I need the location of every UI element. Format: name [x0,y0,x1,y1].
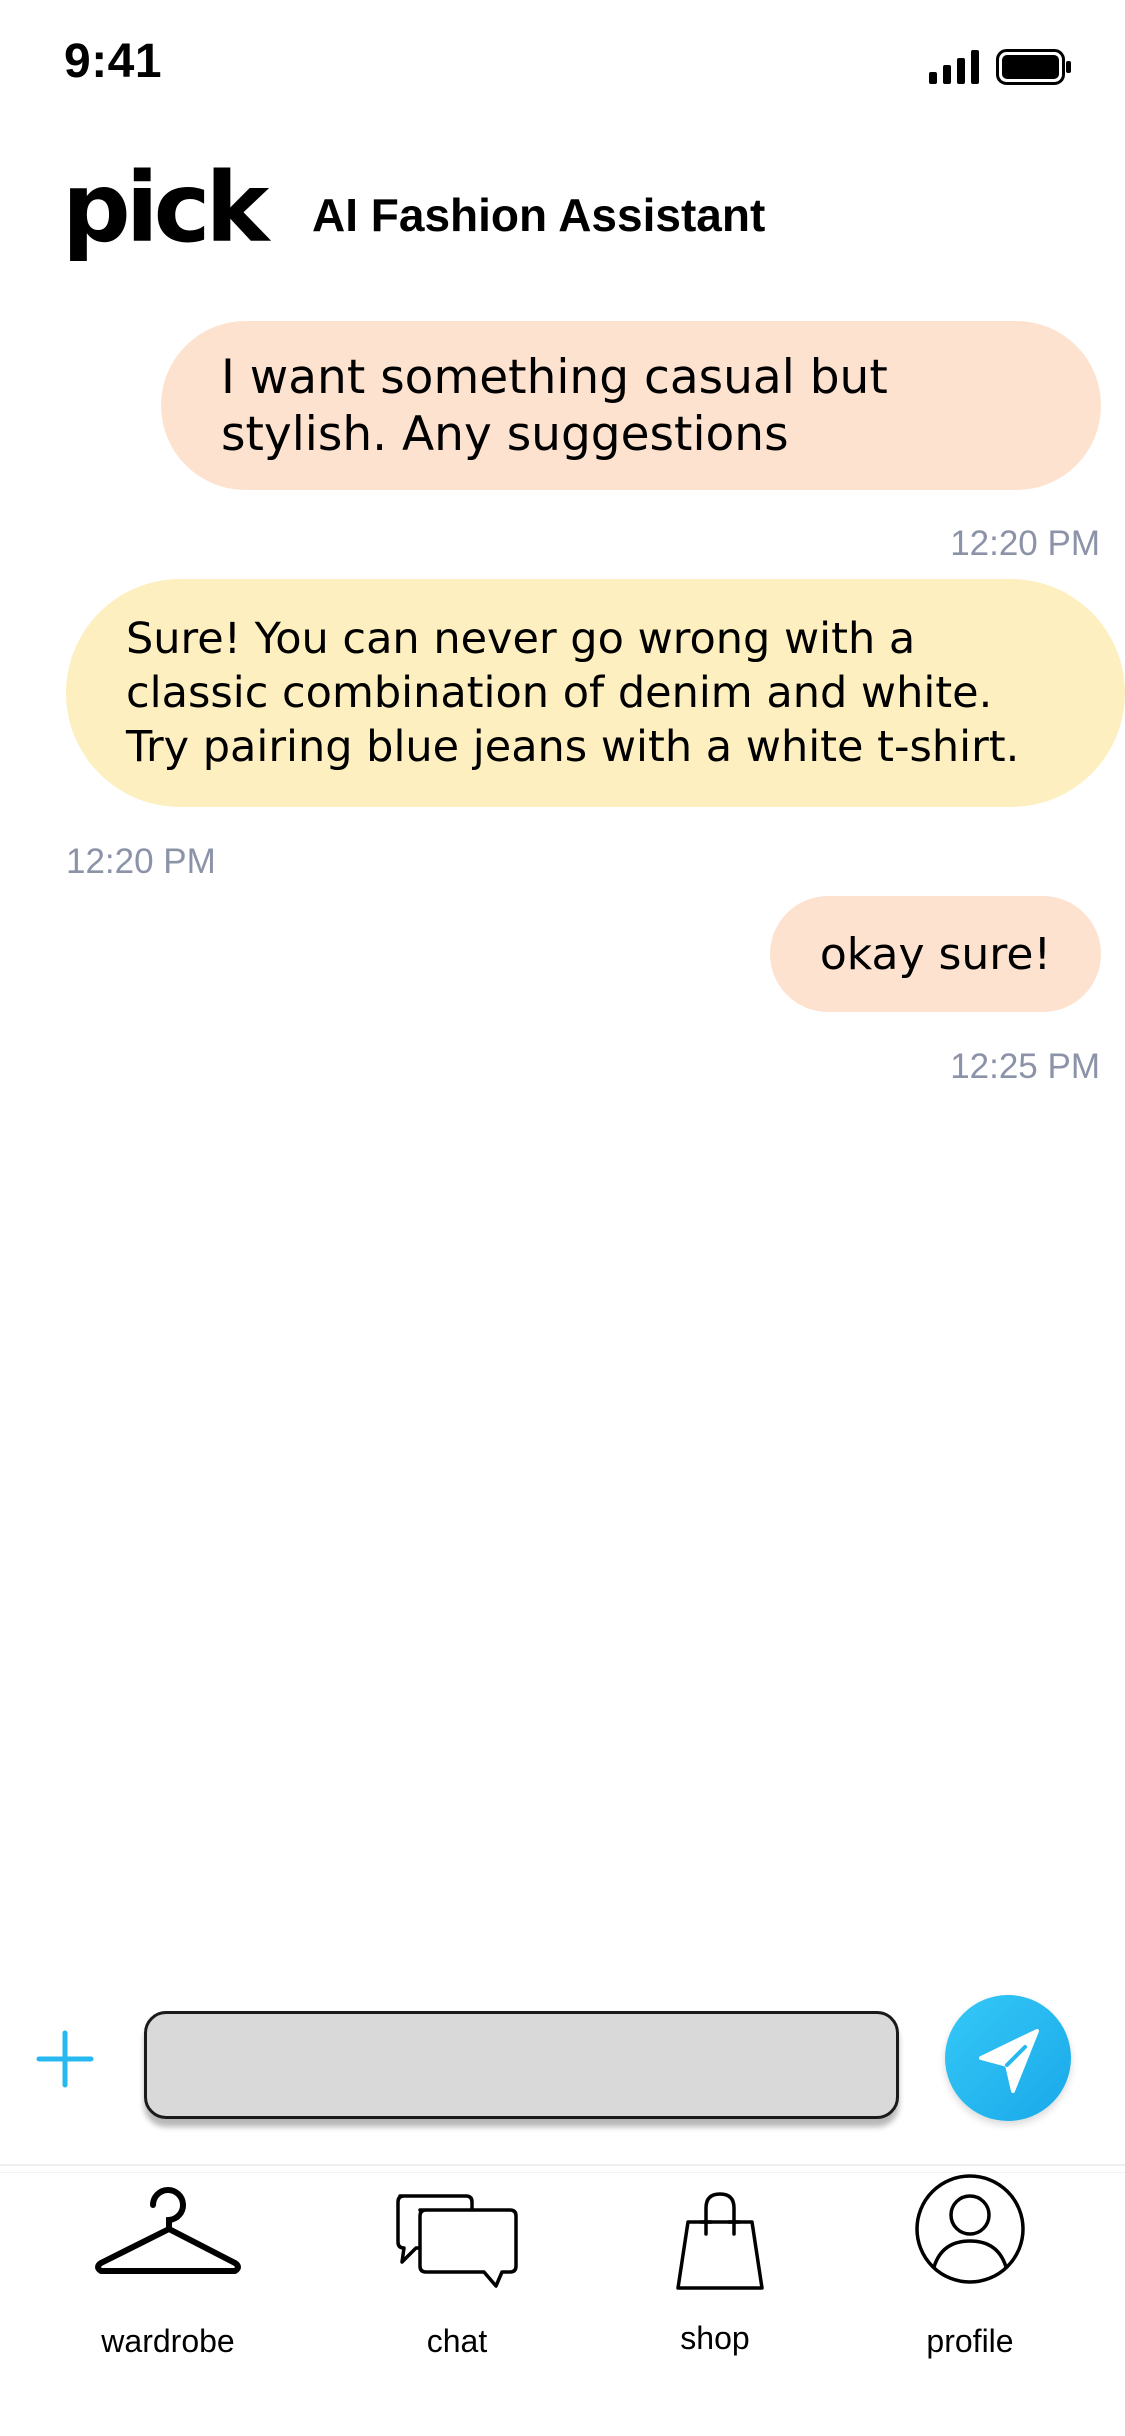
nav-label-chat: chat [426,2323,488,2359]
add-attachment-button[interactable] [36,2030,94,2088]
signal-icon [929,50,979,84]
plus-icon [36,2030,94,2088]
assistant-message-bubble: Sure! You can never go wrong with a clas… [66,579,1125,807]
shopping-bag-icon [676,2192,764,2290]
send-icon [979,2029,1039,2093]
hanger-icon [95,2187,241,2274]
nav-label-shop: shop [680,2320,750,2356]
message-text: okay sure! [819,928,1052,980]
nav-item-shop[interactable]: shop [615,2170,815,2380]
message-text: Sure! You can never go wrong with a clas… [126,614,1020,772]
send-button[interactable] [945,1995,1071,2121]
message-text: I want something casual but stylish. Any… [221,349,888,462]
nav-item-chat[interactable]: chat [357,2170,557,2380]
battery-icon [996,49,1071,85]
message-timestamp: 12:25 PM [950,1047,1100,1086]
nav-label-profile: profile [926,2323,1014,2359]
message-timestamp: 12:20 PM [66,842,216,881]
brand-logo: pick [62,152,269,264]
message-timestamp: 12:20 PM [950,524,1100,563]
nav-divider [0,2164,1125,2166]
user-message-bubble: okay sure! [770,896,1101,1012]
status-time: 9:41 [64,35,163,88]
chat-bubbles-icon [396,2194,518,2288]
nav-label-wardrobe: wardrobe [101,2323,235,2359]
message-input[interactable] [144,2011,899,2119]
nav-item-wardrobe[interactable]: wardrobe [68,2170,268,2380]
nav-item-profile[interactable]: profile [870,2170,1070,2380]
user-circle-icon [915,2174,1025,2284]
page-title: AI Fashion Assistant [312,189,766,241]
user-message-bubble: I want something casual but stylish. Any… [161,321,1101,490]
